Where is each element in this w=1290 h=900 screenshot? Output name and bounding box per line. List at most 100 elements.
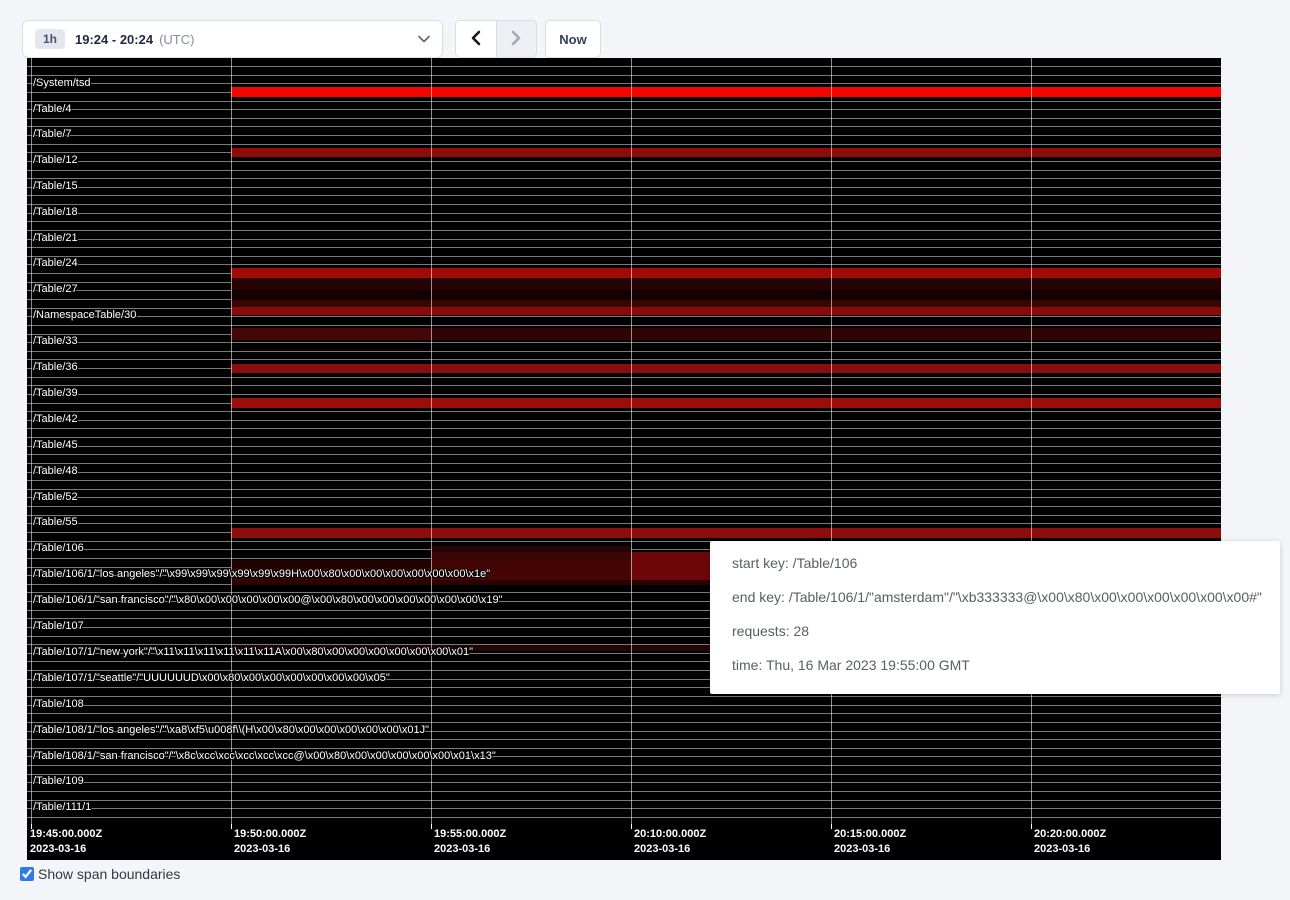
- column-boundary-line: [431, 58, 432, 824]
- span-boundary-line: [27, 239, 1221, 240]
- row-key-label: /Table/24: [33, 257, 78, 270]
- row-key-label: /Table/107/1/"new york"/"\x11\x11\x11\x1…: [33, 646, 473, 659]
- time-axis-label: 19:55:00.000Z2023-03-16: [434, 827, 506, 857]
- span-boundary-line: [27, 316, 1221, 317]
- time-range-text: 19:24 - 20:24: [75, 32, 153, 47]
- axis-date-text: 2023-03-16: [234, 842, 306, 857]
- row-key-label: /Table/106/1/"san francisco"/"\x80\x00\x…: [33, 594, 503, 607]
- time-range-timezone: (UTC): [159, 32, 194, 47]
- span-boundary-line: [27, 765, 1221, 766]
- heat-band-segment: [431, 552, 631, 560]
- span-boundary-line: [27, 161, 1221, 162]
- heat-band-segment: [231, 87, 1221, 97]
- row-key-label: /Table/55: [33, 516, 78, 529]
- span-boundary-line: [27, 256, 1221, 257]
- span-boundary-line: [27, 515, 1221, 516]
- axis-date-text: 2023-03-16: [30, 842, 102, 857]
- span-boundary-line: [27, 782, 1221, 783]
- row-key-label: /Table/111/1: [33, 801, 91, 814]
- span-boundary-line: [27, 204, 1221, 205]
- heat-band-segment: [231, 328, 431, 340]
- span-boundary-line: [27, 428, 1221, 429]
- span-boundary-line: [27, 808, 1221, 809]
- span-boundary-line: [27, 195, 1221, 196]
- column-boundary-line: [231, 58, 232, 824]
- row-key-label: /Table/7: [33, 128, 72, 141]
- span-boundary-line: [27, 144, 1221, 145]
- axis-date-text: 2023-03-16: [634, 842, 706, 857]
- axis-tick: [831, 824, 832, 829]
- span-boundary-line: [27, 394, 1221, 395]
- now-button[interactable]: Now: [545, 20, 601, 58]
- show-span-boundaries-checkbox[interactable]: [20, 867, 34, 881]
- time-range-duration-badge: 1h: [35, 29, 65, 49]
- span-boundary-line: [27, 377, 1221, 378]
- heat-band-segment: [231, 278, 1221, 290]
- axis-tick: [231, 824, 232, 829]
- row-key-label: /Table/4: [33, 103, 72, 116]
- span-boundary-line: [27, 497, 1221, 498]
- axis-time-text: 19:50:00.000Z: [234, 827, 306, 842]
- heat-band-segment: [231, 528, 1221, 538]
- row-key-label: /Table/42: [33, 413, 78, 426]
- row-key-label: /Table/15: [33, 180, 78, 193]
- span-boundary-line: [27, 454, 1221, 455]
- axis-time-text: 20:15:00.000Z: [834, 827, 906, 842]
- heat-band-segment: [231, 300, 1221, 307]
- row-key-label: /Table/27: [33, 283, 78, 296]
- previous-interval-button[interactable]: [456, 21, 496, 57]
- span-boundary-line: [27, 446, 1221, 447]
- span-boundary-line: [27, 101, 1221, 102]
- time-range-select[interactable]: 1h 19:24 - 20:24 (UTC): [22, 20, 443, 58]
- span-boundary-line: [27, 722, 1221, 723]
- axis-date-text: 2023-03-16: [434, 842, 506, 857]
- chevron-left-icon: [469, 30, 482, 49]
- span-boundary-line: [27, 748, 1221, 749]
- row-key-label: /Table/39: [33, 387, 78, 400]
- span-boundary-line: [27, 178, 1221, 179]
- span-boundary-line: [27, 705, 1221, 706]
- span-boundary-line: [27, 325, 1221, 326]
- span-boundary-line: [27, 523, 1221, 524]
- span-boundary-line: [27, 800, 1221, 801]
- span-boundary-line: [27, 187, 1221, 188]
- span-boundary-line: [27, 342, 1221, 343]
- chevron-right-icon: [510, 30, 523, 49]
- span-boundary-line: [27, 135, 1221, 136]
- row-key-label: /Table/33: [33, 335, 78, 348]
- axis-time-text: 19:45:00.000Z: [30, 827, 102, 842]
- span-boundary-line: [27, 480, 1221, 481]
- span-boundary-line: [27, 109, 1221, 110]
- hover-tooltip: start key: /Table/106 end key: /Table/10…: [710, 541, 1280, 694]
- row-key-label: /System/tsd: [33, 77, 90, 90]
- row-key-label: /Table/52: [33, 491, 78, 504]
- axis-tick: [431, 824, 432, 829]
- tooltip-end-key: end key: /Table/106/1/"amsterdam"/"\xb33…: [732, 587, 1258, 607]
- span-boundary-line: [27, 359, 1221, 360]
- key-visualizer-heatmap[interactable]: /System/tsd/Table/4/Table/7/Table/12/Tab…: [27, 58, 1221, 860]
- span-boundary-line: [27, 489, 1221, 490]
- row-key-label: /NamespaceTable/30: [33, 309, 136, 322]
- span-boundary-line: [27, 126, 1221, 127]
- span-boundary-line: [27, 420, 1221, 421]
- axis-tick: [1031, 824, 1032, 829]
- span-boundary-line: [27, 774, 1221, 775]
- time-axis-label: 19:50:00.000Z2023-03-16: [234, 827, 306, 857]
- row-key-label: /Table/48: [33, 465, 78, 478]
- span-boundary-line: [27, 66, 1221, 67]
- tooltip-requests: requests: 28: [732, 621, 1258, 641]
- time-axis-label: 20:15:00.000Z2023-03-16: [834, 827, 906, 857]
- span-boundary-line: [27, 170, 1221, 171]
- row-key-label: /Table/108/1/"san francisco"/"\x8c\xcc\x…: [33, 750, 496, 763]
- span-boundary-line: [27, 351, 1221, 352]
- time-axis-label: 19:45:00.000Z2023-03-16: [30, 827, 102, 857]
- axis-date-text: 2023-03-16: [834, 842, 906, 857]
- span-boundary-line: [27, 817, 1221, 818]
- span-boundary-line: [27, 411, 1221, 412]
- heat-band-segment: [231, 307, 1221, 315]
- heat-band-segment: [231, 398, 1221, 408]
- span-boundary-line: [27, 247, 1221, 248]
- column-boundary-line: [1031, 58, 1032, 824]
- axis-tick: [631, 824, 632, 829]
- next-interval-button[interactable]: [496, 21, 537, 57]
